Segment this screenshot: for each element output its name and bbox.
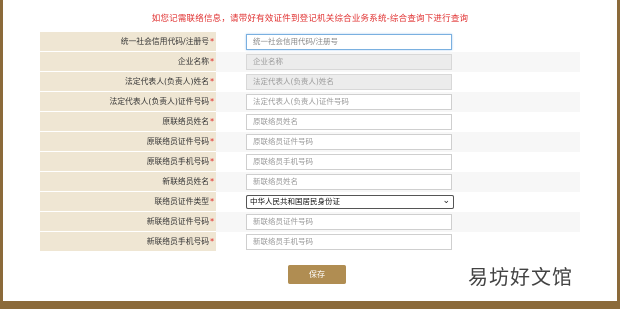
required-mark: * — [210, 97, 214, 106]
contact-change-form: 统一社会信用代码/注册号* 统一社会信用代码/注册号 企业名称* 企业名称 法定… — [40, 32, 580, 252]
id-type-value: 中华人民共和国居民身份证 — [250, 197, 340, 206]
label-old-contact-name: 原联络员姓名 — [162, 117, 210, 126]
legal-rep-id-input[interactable]: 法定代表人(负责人)证件号码 — [246, 94, 452, 110]
required-mark: * — [210, 237, 214, 246]
row-credit-code: 统一社会信用代码/注册号* 统一社会信用代码/注册号 — [40, 32, 580, 52]
required-mark: * — [210, 117, 214, 126]
row-old-contact-phone: 原联络员手机号码* 原联络员手机号码 — [40, 152, 580, 172]
label-company-name: 企业名称 — [177, 57, 210, 66]
credit-code-input[interactable]: 统一社会信用代码/注册号 — [246, 34, 452, 50]
old-contact-phone-input[interactable]: 原联络员手机号码 — [246, 154, 452, 170]
chevron-down-icon: ⌄ — [442, 196, 450, 206]
label-id-type: 联络员证件类型 — [154, 197, 210, 206]
frame-left-border — [0, 0, 3, 309]
save-button[interactable]: 保存 — [288, 265, 346, 284]
new-contact-name-input[interactable]: 新联络员姓名 — [246, 174, 452, 190]
label-legal-rep-name: 法定代表人(负责人)姓名 — [125, 77, 210, 86]
label-new-contact-name: 新联络员姓名 — [162, 177, 210, 186]
watermark-text: 易坊好文馆 — [468, 265, 573, 289]
label-old-contact-id: 原联络员证件号码 — [146, 137, 210, 146]
required-mark: * — [210, 217, 214, 226]
new-contact-phone-input[interactable]: 新联络员手机号码 — [246, 234, 452, 250]
row-new-contact-id: 新联络员证件号码* 新联络员证件号码 — [40, 212, 580, 232]
legal-rep-name-input: 法定代表人(负责人)姓名 — [246, 74, 452, 90]
old-contact-id-input[interactable]: 原联络员证件号码 — [246, 134, 452, 150]
row-id-type: 联络员证件类型* 中华人民共和国居民身份证 ⌄ — [40, 192, 580, 212]
required-mark: * — [210, 57, 214, 66]
required-mark: * — [210, 157, 214, 166]
notice-text: 如您记需联络信息，请带好有效证件到登记机关综合业务系统-综合查询下进行查询 — [151, 14, 469, 24]
required-mark: * — [210, 37, 214, 46]
company-name-input: 企业名称 — [246, 54, 452, 70]
required-mark: * — [210, 177, 214, 186]
row-new-contact-name: 新联络员姓名* 新联络员姓名 — [40, 172, 580, 192]
required-mark: * — [210, 197, 214, 206]
frame-bottom-border — [0, 301, 620, 309]
row-old-contact-name: 原联络员姓名* 原联络员姓名 — [40, 112, 580, 132]
row-old-contact-id: 原联络员证件号码* 原联络员证件号码 — [40, 132, 580, 152]
label-new-contact-id: 新联络员证件号码 — [146, 217, 210, 226]
required-mark: * — [210, 77, 214, 86]
row-new-contact-phone: 新联络员手机号码* 新联络员手机号码 — [40, 232, 580, 252]
label-credit-code: 统一社会信用代码/注册号 — [120, 37, 210, 46]
label-old-contact-phone: 原联络员手机号码 — [146, 157, 210, 166]
row-legal-rep-name: 法定代表人(负责人)姓名* 法定代表人(负责人)姓名 — [40, 72, 580, 92]
required-mark: * — [210, 137, 214, 146]
id-type-select[interactable]: 中华人民共和国居民身份证 ⌄ — [246, 195, 454, 209]
new-contact-id-input[interactable]: 新联络员证件号码 — [246, 214, 452, 230]
row-legal-rep-id: 法定代表人(负责人)证件号码* 法定代表人(负责人)证件号码 — [40, 92, 580, 112]
old-contact-name-input[interactable]: 原联络员姓名 — [246, 114, 452, 130]
row-company-name: 企业名称* 企业名称 — [40, 52, 580, 72]
label-legal-rep-id: 法定代表人(负责人)证件号码 — [109, 97, 210, 106]
label-new-contact-phone: 新联络员手机号码 — [146, 237, 210, 246]
